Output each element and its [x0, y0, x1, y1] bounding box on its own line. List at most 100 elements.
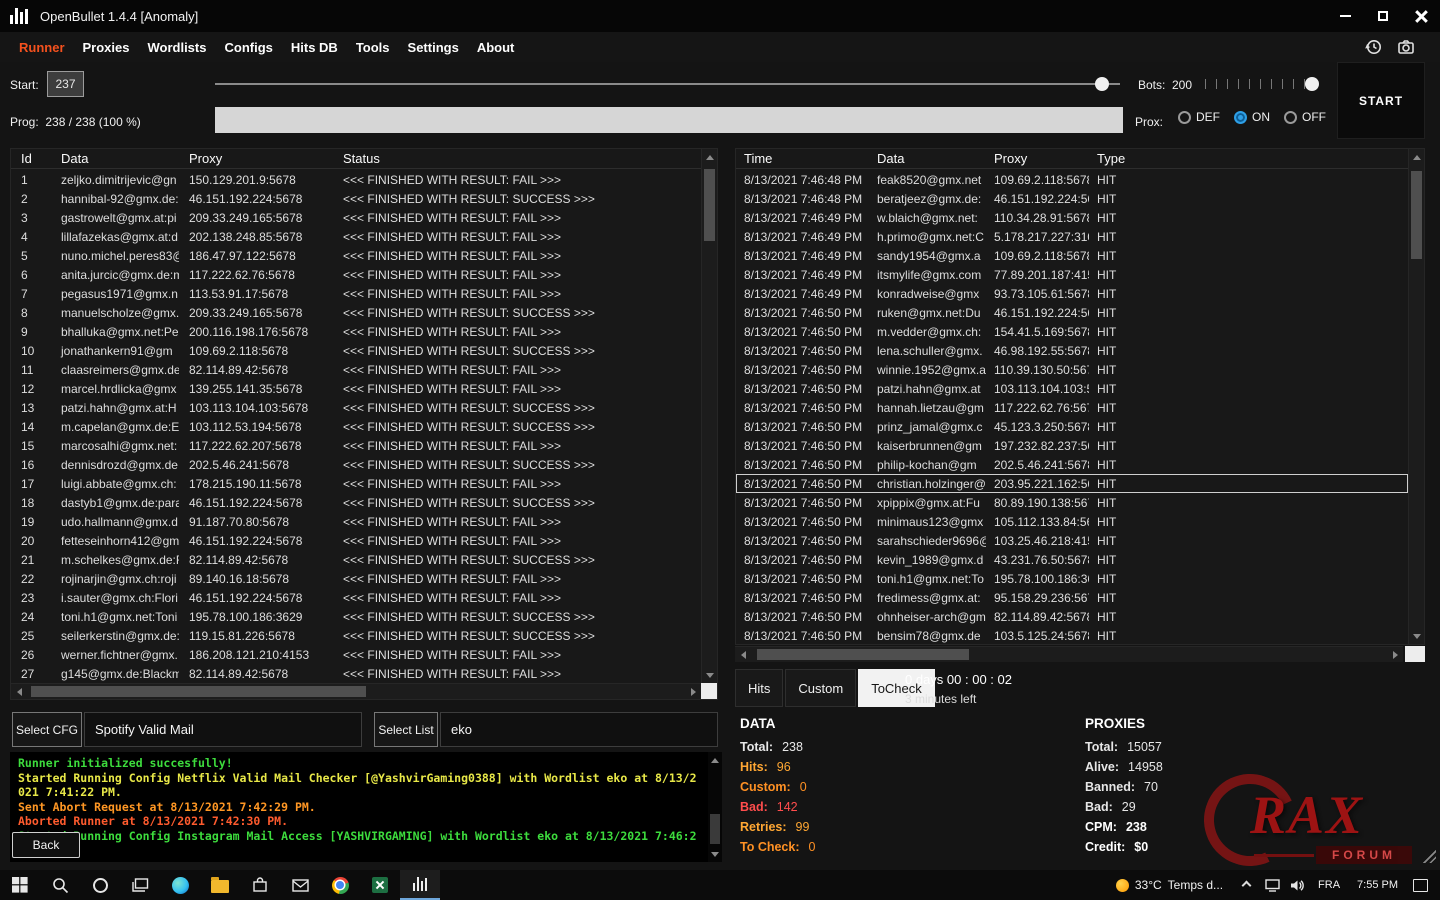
scroll-up-icon[interactable] [1409, 149, 1425, 165]
hit-row[interactable]: 8/13/2021 7:46:50 PM patzi.hahn@gmx.at 1… [736, 379, 1408, 398]
check-row[interactable]: 5 nuno.michel.peres83@ 186.47.97.122:567… [11, 246, 701, 265]
wordlist-name-field[interactable]: eko [440, 712, 718, 747]
results-tab[interactable]: Custom [785, 669, 856, 707]
column-data[interactable]: Data [869, 151, 986, 166]
check-row[interactable]: 18 dastyb1@gmx.de:para 46.151.192.224:56… [11, 493, 701, 512]
check-row[interactable]: 21 m.schelkes@gmx.de:F 82.114.89.42:5678… [11, 550, 701, 569]
scroll-up-icon[interactable] [702, 149, 718, 165]
scroll-right-icon[interactable] [685, 684, 701, 700]
cortana-button[interactable] [80, 870, 120, 900]
weather-widget[interactable]: 33°C Temps d... [1106, 870, 1233, 900]
results-tab[interactable]: Hits [735, 669, 783, 707]
screenshot-icon[interactable] [1396, 37, 1416, 57]
menu-item[interactable]: Tools [347, 35, 399, 60]
hit-row[interactable]: 8/13/2021 7:46:50 PM winnie.1952@gmx.a 1… [736, 360, 1408, 379]
hits-horizontal-scrollbar[interactable] [735, 646, 1403, 662]
column-proxy[interactable]: Proxy [986, 151, 1089, 166]
openbullet-taskbar-button[interactable] [400, 870, 440, 900]
file-explorer-button[interactable] [200, 870, 240, 900]
column-type[interactable]: Type [1089, 151, 1424, 166]
scroll-up-icon[interactable] [708, 752, 722, 768]
task-view-button[interactable] [120, 870, 160, 900]
hit-row[interactable]: 8/13/2021 7:46:50 PM kevin_1989@gmx.d 43… [736, 550, 1408, 569]
hit-row[interactable]: 8/13/2021 7:46:49 PM h.primo@gmx.net:C 5… [736, 227, 1408, 246]
progress-slider-thumb[interactable] [1095, 77, 1109, 91]
proxy-mode-radio[interactable]: OFF [1284, 110, 1326, 124]
scroll-left-icon[interactable] [735, 647, 751, 663]
hit-row[interactable]: 8/13/2021 7:46:50 PM kaiserbrunnen@gm 19… [736, 436, 1408, 455]
check-row[interactable]: 26 werner.fichtner@gmx. 186.208.121.210:… [11, 645, 701, 664]
check-row[interactable]: 24 toni.h1@gmx.net:Toni 195.78.100.186:3… [11, 607, 701, 626]
bots-slider[interactable] [1203, 72, 1321, 96]
check-row[interactable]: 7 pegasus1971@gmx.n 113.53.91.17:5678 <<… [11, 284, 701, 303]
search-button[interactable] [40, 870, 80, 900]
start-input[interactable]: 237 [47, 71, 84, 97]
checks-horizontal-scrollbar[interactable] [11, 683, 701, 699]
back-button[interactable]: Back [12, 832, 80, 858]
tray-expand-icon[interactable] [1242, 880, 1252, 890]
hit-row[interactable]: 8/13/2021 7:46:49 PM sandy1954@gmx.a 109… [736, 246, 1408, 265]
menu-item[interactable]: Runner [10, 35, 74, 60]
excel-button[interactable] [360, 870, 400, 900]
column-data[interactable]: Data [51, 151, 179, 166]
check-row[interactable]: 1 zeljko.dimitrijevic@gn 150.129.201.9:5… [11, 170, 701, 189]
check-row[interactable]: 10 jonathankern91@gm 109.69.2.118:5678 <… [11, 341, 701, 360]
hit-row[interactable]: 8/13/2021 7:46:50 PM toni.h1@gmx.net:To … [736, 569, 1408, 588]
close-button[interactable] [1402, 0, 1440, 32]
check-row[interactable]: 4 lillafazekas@gmx.at:d: 202.138.248.85:… [11, 227, 701, 246]
maximize-button[interactable] [1364, 0, 1402, 32]
proxy-mode-radio[interactable]: ON [1234, 110, 1270, 124]
check-row[interactable]: 12 marcel.hrdlicka@gmx 139.255.141.35:56… [11, 379, 701, 398]
hits-vertical-scrollbar[interactable] [1408, 149, 1424, 644]
log-scrollbar[interactable] [708, 752, 722, 862]
menu-item[interactable]: Hits DB [282, 35, 347, 60]
check-row[interactable]: 23 i.sauter@gmx.ch:Flori 46.151.192.224:… [11, 588, 701, 607]
hit-row[interactable]: 8/13/2021 7:46:50 PM m.vedder@gmx.ch: 15… [736, 322, 1408, 341]
store-button[interactable] [240, 870, 280, 900]
language-indicator[interactable]: FRA [1310, 879, 1348, 891]
menu-item[interactable]: Settings [399, 35, 468, 60]
hit-row[interactable]: 8/13/2021 7:46:50 PM hannah.lietzau@gm 1… [736, 398, 1408, 417]
scrollbar-thumb[interactable] [704, 169, 715, 241]
select-list-button[interactable]: Select List [374, 712, 438, 747]
hit-row[interactable]: 8/13/2021 7:46:48 PM beratjeez@gmx.de: 4… [736, 189, 1408, 208]
hit-row[interactable]: 8/13/2021 7:46:49 PM w.blaich@gmx.net: 1… [736, 208, 1408, 227]
scroll-left-icon[interactable] [11, 684, 27, 700]
check-row[interactable]: 22 rojinarjin@gmx.ch:roji 89.140.16.18:5… [11, 569, 701, 588]
resize-grip[interactable] [1421, 848, 1436, 863]
column-status[interactable]: Status [333, 151, 717, 166]
start-button[interactable]: START [1337, 62, 1425, 139]
network-icon[interactable] [1260, 879, 1285, 892]
hit-row[interactable]: 8/13/2021 7:46:50 PM fredimess@gmx.at: 9… [736, 588, 1408, 607]
column-proxy[interactable]: Proxy [179, 151, 333, 166]
scrollbar-thumb[interactable] [757, 649, 969, 660]
scroll-down-icon[interactable] [708, 846, 722, 862]
scrollbar-thumb[interactable] [1411, 171, 1422, 259]
notification-icon[interactable] [1413, 879, 1428, 892]
hit-row[interactable]: 8/13/2021 7:46:50 PM philip-kochan@gm 20… [736, 455, 1408, 474]
check-row[interactable]: 16 dennisdrozd@gmx.de 202.5.46.241:5678 … [11, 455, 701, 474]
hit-row[interactable]: 8/13/2021 7:46:50 PM bensim78@gmx.de 103… [736, 626, 1408, 644]
edge-button[interactable] [160, 870, 200, 900]
check-row[interactable]: 8 manuelscholze@gmx. 209.33.249.165:5678… [11, 303, 701, 322]
check-row[interactable]: 11 claasreimers@gmx.de 82.114.89.42:5678… [11, 360, 701, 379]
checks-vertical-scrollbar[interactable] [701, 149, 717, 683]
hit-row[interactable]: 8/13/2021 7:46:50 PM lena.schuller@gmx. … [736, 341, 1408, 360]
scroll-right-icon[interactable] [1387, 647, 1403, 663]
scroll-down-icon[interactable] [1409, 628, 1425, 644]
hit-row[interactable]: 8/13/2021 7:46:50 PM xpippix@gmx.at:Fu 8… [736, 493, 1408, 512]
check-row[interactable]: 19 udo.hallmann@gmx.d 91.187.70.80:5678 … [11, 512, 701, 531]
check-row[interactable]: 14 m.capelan@gmx.de:E 103.112.53.194:567… [11, 417, 701, 436]
hit-row[interactable]: 8/13/2021 7:46:50 PM prinz_jamal@gmx.c 4… [736, 417, 1408, 436]
menu-item[interactable]: Proxies [74, 35, 139, 60]
menu-item[interactable]: Configs [215, 35, 281, 60]
chrome-button[interactable] [320, 870, 360, 900]
taskbar-clock[interactable]: 7:55 PM [1348, 879, 1407, 891]
proxy-mode-radio[interactable]: DEF [1178, 110, 1220, 124]
hit-row[interactable]: 8/13/2021 7:46:50 PM christian.holzinger… [736, 474, 1408, 493]
check-row[interactable]: 20 fetteseinhorn412@gm 46.151.192.224:56… [11, 531, 701, 550]
hit-row[interactable]: 8/13/2021 7:46:50 PM minimaus123@gmx 105… [736, 512, 1408, 531]
scrollbar-thumb[interactable] [31, 686, 366, 697]
select-cfg-button[interactable]: Select CFG [12, 712, 82, 747]
column-id[interactable]: Id [11, 151, 51, 166]
